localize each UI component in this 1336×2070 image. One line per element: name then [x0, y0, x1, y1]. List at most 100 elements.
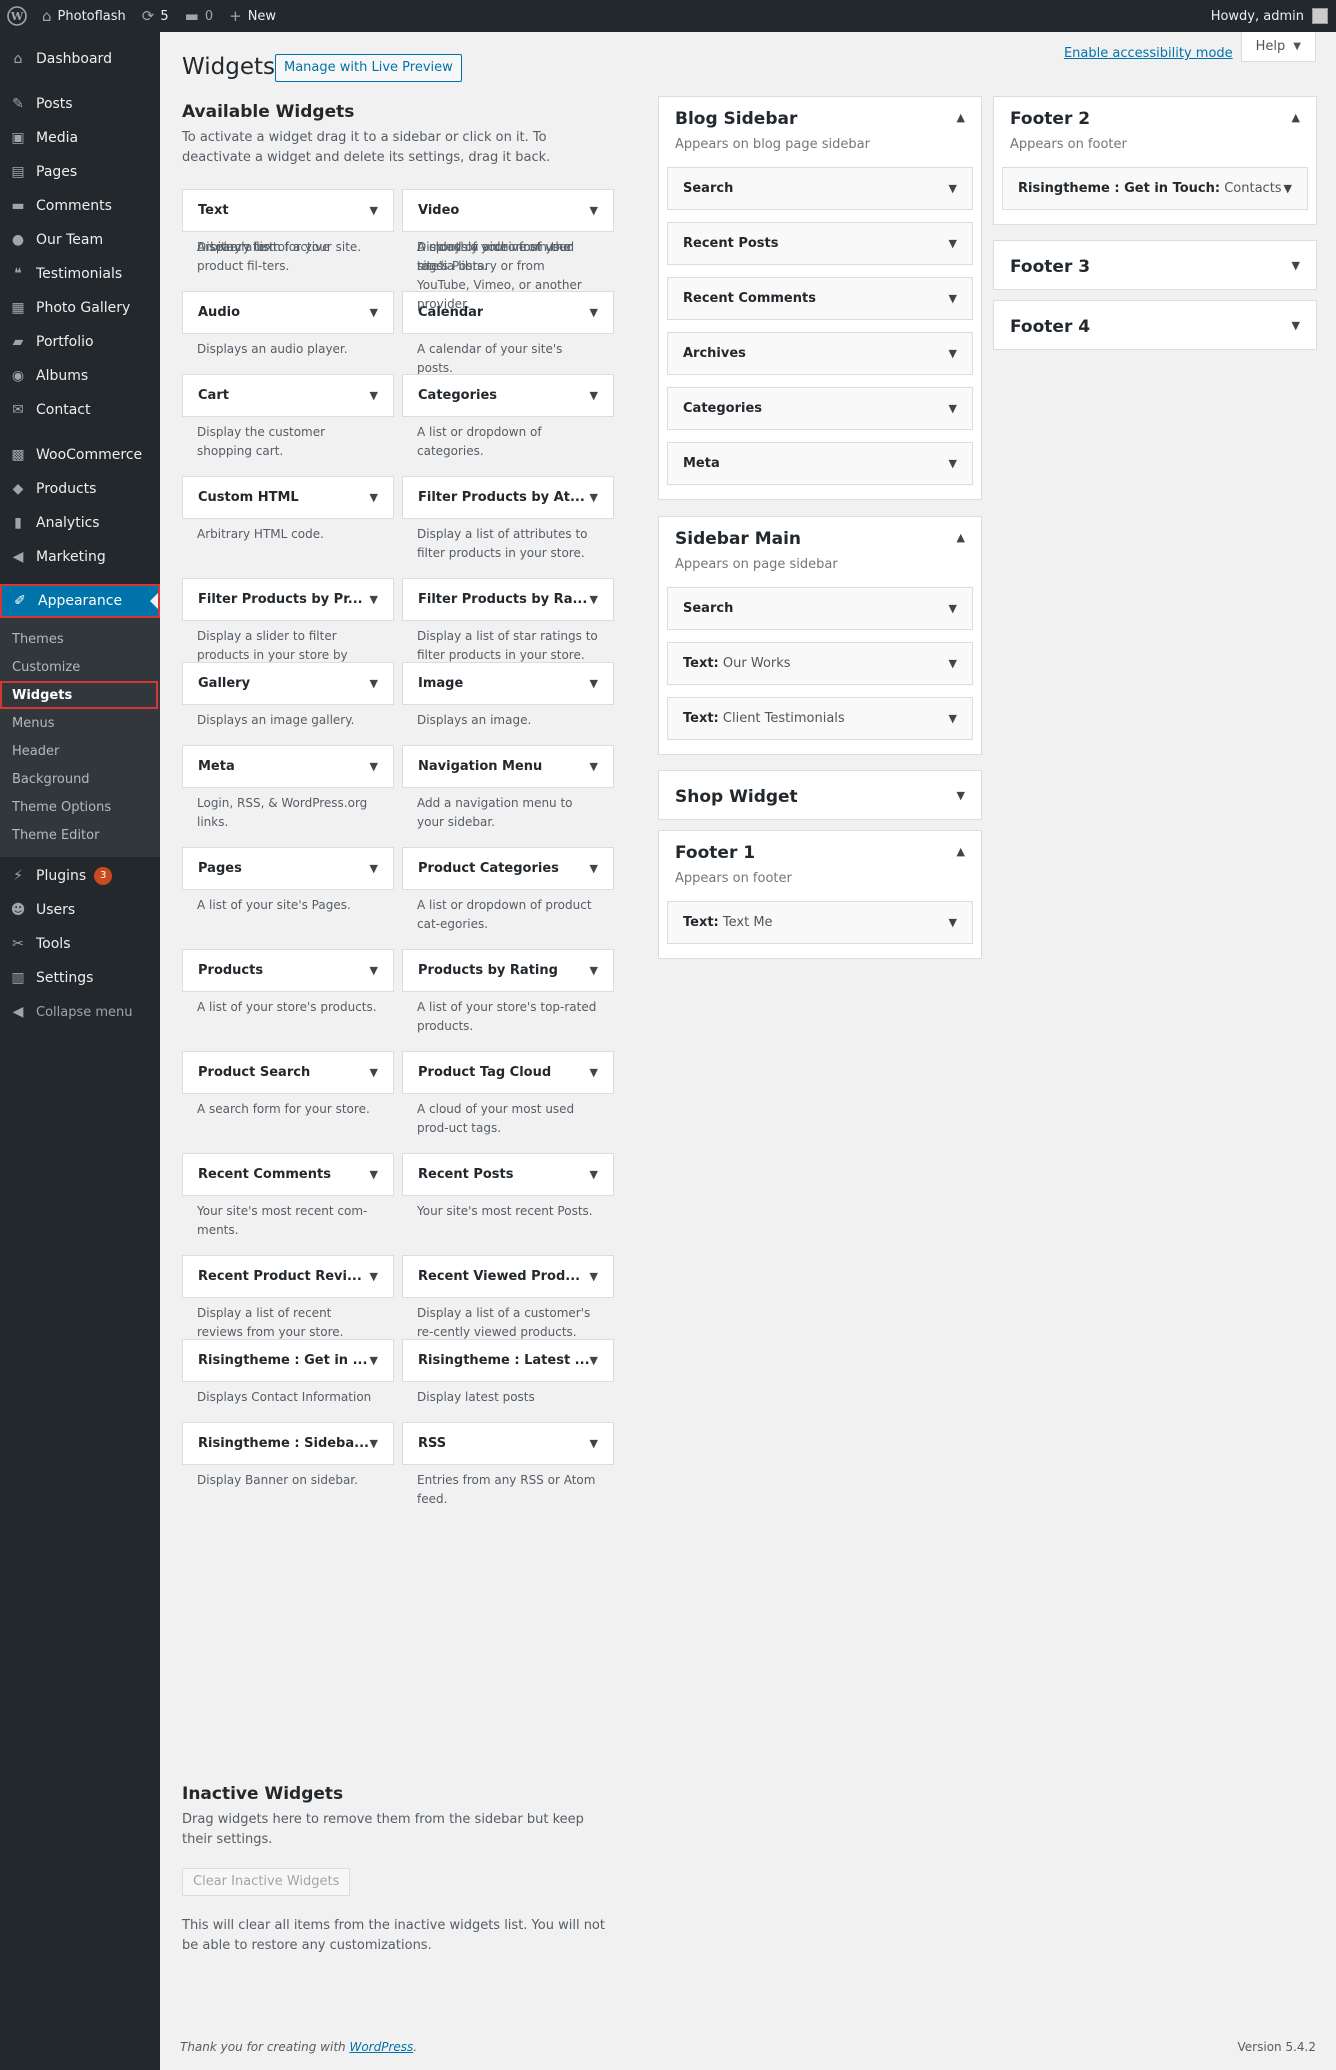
caret-down-icon[interactable]: ▼ [370, 964, 378, 977]
sidebar-widget[interactable]: Text: Our Works ▼ [667, 642, 973, 685]
wordpress-link[interactable]: WordPress [349, 2040, 413, 2054]
caret-down-icon[interactable]: ▼ [1284, 182, 1292, 195]
widget-title-bar[interactable]: Risingtheme : Latest ... ▼ [402, 1339, 614, 1382]
site-name-link[interactable]: ⌂ Photoflash [34, 0, 134, 32]
caret-down-icon[interactable]: ▼ [370, 306, 378, 319]
widget-risingtheme-get-in[interactable]: Risingtheme : Get in ... ▼ Displays Contac… [182, 1339, 394, 1407]
sidebar-widget[interactable]: Meta ▼ [667, 442, 973, 485]
widget-video[interactable]: Video ▼ Displays a video from the media li… [402, 189, 614, 314]
sidebar-widget[interactable]: Text: Text Me ▼ [667, 901, 973, 944]
widget-text[interactable]: Text ▼ Arbitrary text. [182, 189, 394, 257]
widget-title-bar[interactable]: Filter Products by Ra... ▼ [402, 578, 614, 621]
widget-gallery[interactable]: Gallery ▼ Displays an image gallery. [182, 662, 394, 730]
caret-down-icon[interactable]: ▼ [590, 964, 598, 977]
caret-down-icon[interactable]: ▼ [370, 760, 378, 773]
sidebar-header[interactable]: Footer 3 ▼ [994, 241, 1316, 289]
submenu-item-menus[interactable]: Menus [0, 709, 160, 737]
menu-item-posts[interactable]: ✎ Posts [0, 87, 160, 121]
widget-navigation-menu[interactable]: Navigation Menu ▼ Add a navigation menu to… [402, 745, 614, 832]
sidebar-widget[interactable]: Recent Comments ▼ [667, 277, 973, 320]
sidebar-widget[interactable]: Archives ▼ [667, 332, 973, 375]
caret-down-icon[interactable]: ▼ [949, 657, 957, 670]
caret-down-icon[interactable]: ▼ [370, 1270, 378, 1283]
menu-item-plugins[interactable]: ⚡ Plugins 3 [0, 859, 160, 893]
widget-title-bar[interactable]: Text ▼ [182, 189, 394, 232]
widget-product-search[interactable]: Product Search ▼ A search form for your st… [182, 1051, 394, 1119]
widget-title-bar[interactable]: Recent Posts ▼ [402, 1153, 614, 1196]
menu-item-analytics[interactable]: ▮ Analytics [0, 506, 160, 540]
widget-title-bar[interactable]: RSS ▼ [402, 1422, 614, 1465]
menu-item-photo-gallery[interactable]: ▦ Photo Gallery [0, 291, 160, 325]
caret-down-icon[interactable]: ▼ [370, 1354, 378, 1367]
widget-title-bar[interactable]: Categories ▼ [402, 374, 614, 417]
sidebar-header[interactable]: Footer 1 ▲ [659, 831, 981, 871]
submenu-item-themes[interactable]: Themes [0, 625, 160, 653]
menu-item-portfolio[interactable]: ▰ Portfolio [0, 325, 160, 359]
menu-item-contact[interactable]: ✉ Contact [0, 393, 160, 427]
caret-down-icon[interactable]: ▼ [590, 389, 598, 402]
submenu-item-theme-options[interactable]: Theme Options [0, 793, 160, 821]
widget-title-bar[interactable]: Custom HTML ▼ [182, 476, 394, 519]
submenu-item-customize[interactable]: Customize [0, 653, 160, 681]
caret-down-icon[interactable]: ▼ [949, 402, 957, 415]
menu-item-settings[interactable]: ▥ Settings [0, 961, 160, 995]
caret-down-icon[interactable]: ▼ [590, 1437, 598, 1450]
menu-item-our-team[interactable]: ● Our Team [0, 223, 160, 257]
widget-title-bar[interactable]: Products by Rating ▼ [402, 949, 614, 992]
caret-down-icon[interactable]: ▼ [590, 677, 598, 690]
caret-down-icon[interactable]: ▼ [370, 389, 378, 402]
sidebar-header[interactable]: Footer 4 ▼ [994, 301, 1316, 349]
submenu-item-theme-editor[interactable]: Theme Editor [0, 821, 160, 849]
sidebar-widget[interactable]: Categories ▼ [667, 387, 973, 430]
caret-down-icon[interactable]: ▼ [370, 491, 378, 504]
comments-link[interactable]: ▬ 0 [177, 0, 221, 32]
caret-down-icon[interactable]: ▼ [370, 677, 378, 690]
widget-recent-viewed-prod[interactable]: Recent Viewed Prod... ▼ Display a list of … [402, 1255, 614, 1342]
submenu-item-header[interactable]: Header [0, 737, 160, 765]
widget-recent-comments[interactable]: Recent Comments ▼ Your site's most recent … [182, 1153, 394, 1240]
sidebar-header[interactable]: Sidebar Main ▲ [659, 517, 981, 557]
widget-risingtheme-sideba[interactable]: Risingtheme : Sideba... ▼ Display Banner o… [182, 1422, 394, 1490]
submenu-item-background[interactable]: Background [0, 765, 160, 793]
widget-meta[interactable]: Meta ▼ Login, RSS, & WordPress.org links. [182, 745, 394, 832]
widget-title-bar[interactable]: Recent Viewed Prod... ▼ [402, 1255, 614, 1298]
caret-down-icon[interactable]: ▼ [949, 457, 957, 470]
widget-title-bar[interactable]: Filter Products by At... ▼ [402, 476, 614, 519]
caret-down-icon[interactable]: ▼ [949, 712, 957, 725]
widget-title-bar[interactable]: Products ▼ [182, 949, 394, 992]
caret-down-icon[interactable]: ▼ [949, 182, 957, 195]
widget-title-bar[interactable]: Meta ▼ [182, 745, 394, 788]
widget-products[interactable]: Products ▼ A list of your store's products… [182, 949, 394, 1017]
widget-custom-html[interactable]: Custom HTML ▼ Arbitrary HTML code. [182, 476, 394, 544]
widget-title-bar[interactable]: Pages ▼ [182, 847, 394, 890]
menu-item-products[interactable]: ◆ Products [0, 472, 160, 506]
updates-link[interactable]: ⟳ 5 [134, 0, 177, 32]
widget-products-by-rating[interactable]: Products by Rating ▼ A list of your store'… [402, 949, 614, 1036]
caret-down-icon[interactable]: ▼ [1292, 319, 1300, 332]
caret-up-icon[interactable]: ▲ [957, 531, 965, 544]
sidebar-widget[interactable]: Search ▼ [667, 167, 973, 210]
menu-item-tools[interactable]: ✂ Tools [0, 927, 160, 961]
menu-item-pages[interactable]: ▤ Pages [0, 155, 160, 189]
widget-title-bar[interactable]: Gallery ▼ [182, 662, 394, 705]
widget-pages[interactable]: Pages ▼ A list of your site's Pages. [182, 847, 394, 915]
caret-down-icon[interactable]: ▼ [957, 789, 965, 802]
sidebar-widget[interactable]: Risingtheme : Get in Touch: Contacts ▼ [1002, 167, 1308, 210]
widget-recent-product-revi[interactable]: Recent Product Revi... ▼ Display a list of… [182, 1255, 394, 1342]
sidebar-footer-4[interactable]: Footer 4 ▼ [993, 300, 1317, 350]
widget-title-bar[interactable]: Cart ▼ [182, 374, 394, 417]
sidebar-widget[interactable]: Text: Client Testimonials ▼ [667, 697, 973, 740]
accessibility-mode-link[interactable]: Enable accessibility mode [1064, 46, 1233, 61]
caret-down-icon[interactable]: ▼ [590, 204, 598, 217]
caret-down-icon[interactable]: ▼ [590, 1066, 598, 1079]
sidebar-header[interactable]: Blog Sidebar ▲ [659, 97, 981, 137]
caret-down-icon[interactable]: ▼ [949, 237, 957, 250]
widget-audio[interactable]: Audio ▼ Displays an audio player. [182, 291, 394, 359]
caret-down-icon[interactable]: ▼ [949, 292, 957, 305]
widget-recent-posts[interactable]: Recent Posts ▼ Your site's most recent Pos… [402, 1153, 614, 1221]
widget-rss[interactable]: RSS ▼ Entries from any RSS or Atom feed. [402, 1422, 614, 1509]
widget-risingtheme-latest[interactable]: Risingtheme : Latest ... ▼ Display latest … [402, 1339, 614, 1407]
caret-down-icon[interactable]: ▼ [590, 862, 598, 875]
caret-down-icon[interactable]: ▼ [590, 1168, 598, 1181]
menu-item-albums[interactable]: ◉ Albums [0, 359, 160, 393]
